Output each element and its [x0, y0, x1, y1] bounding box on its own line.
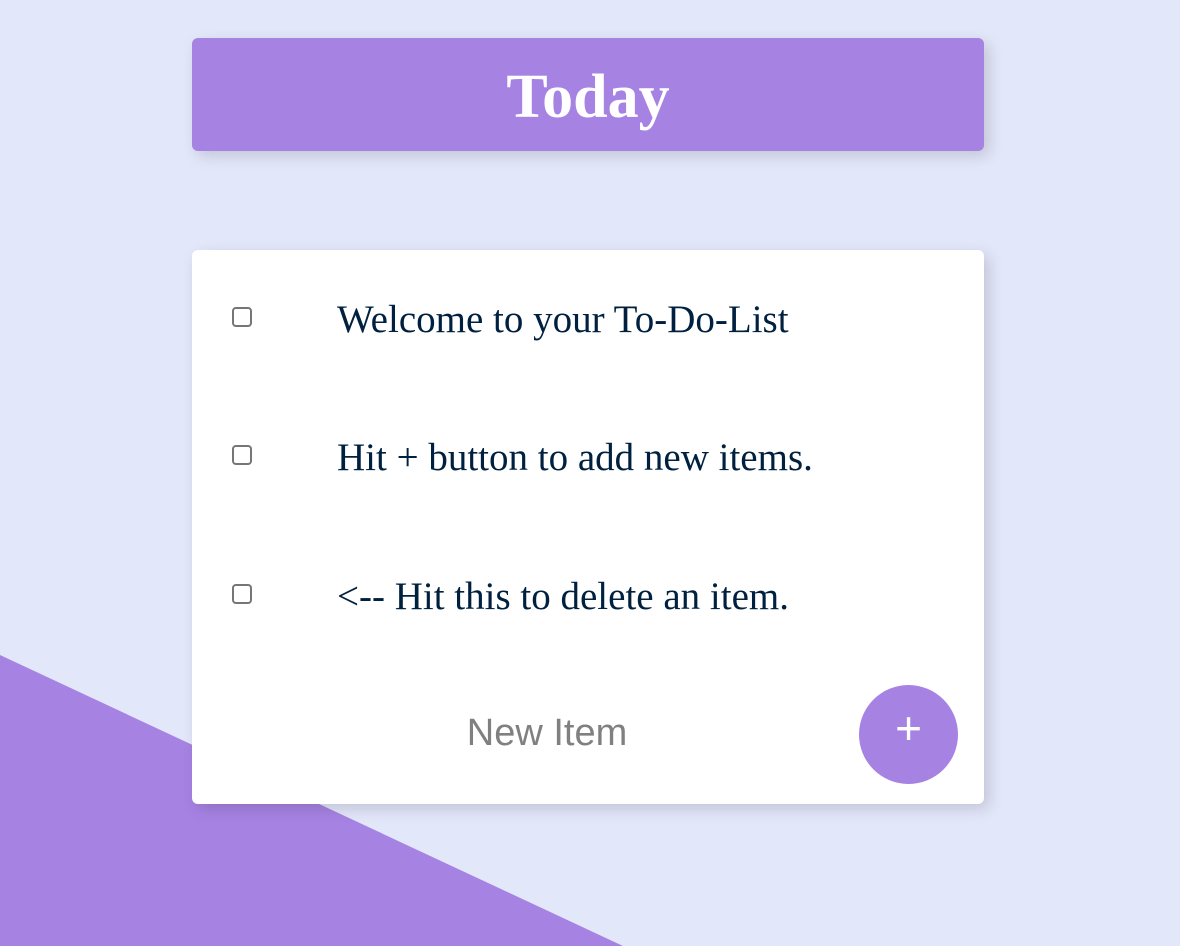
list-item: Welcome to your To-Do-List: [192, 250, 984, 339]
list-item: <-- Hit this to delete an item.: [192, 527, 984, 616]
item-label: <-- Hit this to delete an item.: [337, 575, 789, 618]
item-checkbox[interactable]: [232, 584, 252, 604]
add-item-button[interactable]: +: [859, 685, 958, 784]
item-checkbox[interactable]: [232, 307, 252, 327]
title-banner: Today: [192, 38, 984, 151]
todo-list-card: Welcome to your To-Do-List Hit + button …: [192, 250, 984, 804]
page-title: Today: [506, 62, 670, 131]
list-item: Hit + button to add new items.: [192, 388, 984, 477]
item-checkbox[interactable]: [232, 445, 252, 465]
item-label: Hit + button to add new items.: [337, 436, 813, 479]
item-label: Welcome to your To-Do-List: [337, 298, 789, 341]
new-item-input[interactable]: [232, 705, 862, 761]
plus-icon: +: [895, 702, 922, 754]
